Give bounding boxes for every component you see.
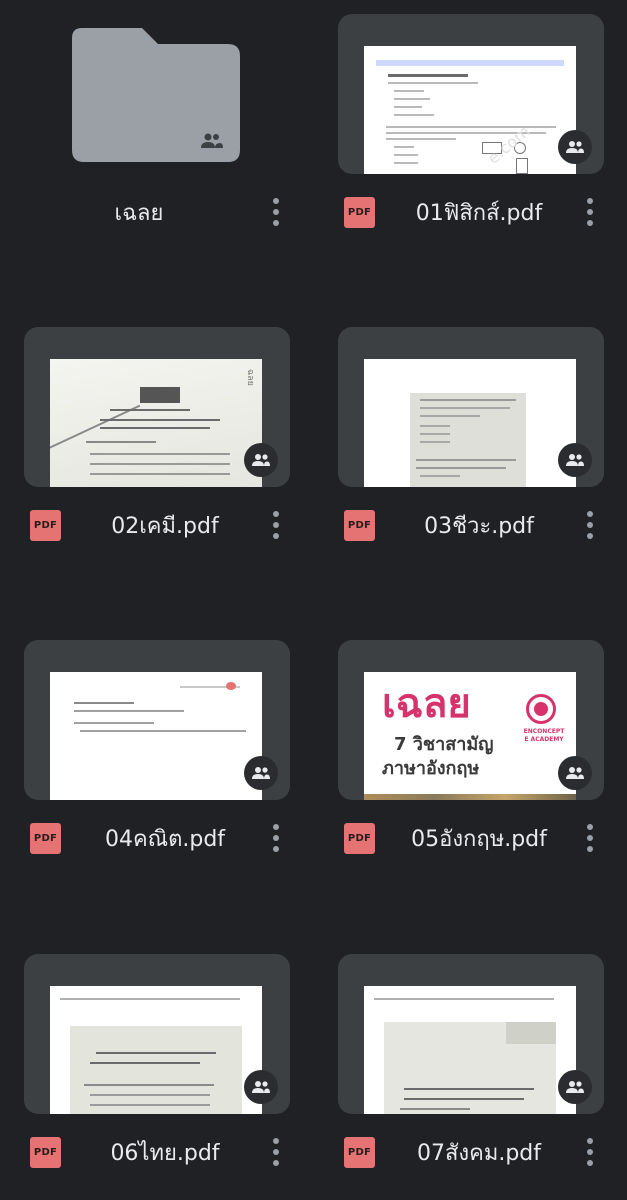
- more-vert-icon[interactable]: [580, 196, 600, 228]
- file-thumbnail-card: [24, 954, 290, 1114]
- file-grid: เฉลย e.com PDF 01ฟิสิกส์.pdf ฉลย PDF 02เ…: [0, 0, 627, 1200]
- more-vert-icon[interactable]: [580, 509, 600, 541]
- pdf-icon: PDF: [344, 510, 375, 541]
- file-tile-thai[interactable]: PDF 06ไทย.pdf: [24, 954, 290, 1184]
- file-thumbnail-card: เฉลย 7 วิชาสามัญ ภาษาอังกฤษ ENCONCEPT E …: [338, 640, 604, 800]
- shared-people-icon: [244, 443, 278, 477]
- file-thumbnail-card: e.com: [338, 14, 604, 174]
- file-name: 03ชีวะ.pdf: [424, 513, 534, 539]
- file-tile-biology[interactable]: PDF 03ชีวะ.pdf: [338, 327, 604, 557]
- file-label-row: PDF 02เคมี.pdf: [24, 495, 290, 555]
- shared-people-icon: [244, 756, 278, 790]
- file-tile-social[interactable]: PDF 07สังคม.pdf: [338, 954, 604, 1184]
- file-name: 06ไทย.pdf: [110, 1140, 220, 1166]
- pdf-icon: PDF: [344, 823, 375, 854]
- file-thumbnail-card: [24, 640, 290, 800]
- more-vert-icon[interactable]: [266, 196, 286, 228]
- logo-text1: ENCONCEPT: [523, 728, 565, 735]
- file-label-row: PDF 07สังคม.pdf: [338, 1122, 604, 1182]
- file-tile-math[interactable]: PDF 04คณิต.pdf: [24, 640, 290, 870]
- pdf-icon: PDF: [30, 1137, 61, 1168]
- file-name: 07สังคม.pdf: [416, 1140, 542, 1166]
- logo-text2: E ACADEMY: [524, 736, 564, 743]
- more-vert-icon[interactable]: [266, 1136, 286, 1168]
- pdf-thumbnail: [364, 359, 576, 487]
- shared-people-icon: [558, 1070, 592, 1104]
- pdf-thumbnail: เฉลย 7 วิชาสามัญ ภาษาอังกฤษ ENCONCEPT E …: [364, 672, 576, 800]
- pdf-thumbnail: e.com: [364, 46, 576, 174]
- more-vert-icon[interactable]: [580, 822, 600, 854]
- shared-people-icon: [558, 443, 592, 477]
- file-tile-chemistry[interactable]: ฉลย PDF 02เคมี.pdf: [24, 327, 290, 557]
- file-label-row: PDF 03ชีวะ.pdf: [338, 495, 604, 555]
- shared-people-icon: [558, 756, 592, 790]
- folder-name: เฉลย: [114, 200, 164, 226]
- file-name: 05อังกฤษ.pdf: [411, 826, 547, 852]
- pdf-thumbnail: [50, 672, 262, 800]
- folder-icon: [72, 28, 240, 162]
- more-vert-icon[interactable]: [266, 509, 286, 541]
- file-name: 04คณิต.pdf: [104, 826, 226, 852]
- shared-people-icon: [244, 1070, 278, 1104]
- pdf-icon: PDF: [344, 1137, 375, 1168]
- pdf-thumbnail: [364, 986, 576, 1114]
- file-tile-physics[interactable]: e.com PDF 01ฟิสิกส์.pdf: [338, 14, 604, 244]
- pdf-icon: PDF: [30, 510, 61, 541]
- pdf-icon: PDF: [344, 197, 375, 228]
- file-thumbnail-card: [338, 954, 604, 1114]
- file-thumbnail-card: ฉลย: [24, 327, 290, 487]
- file-label-row: PDF 05อังกฤษ.pdf: [338, 808, 604, 868]
- pdf-thumbnail: ฉลย: [50, 359, 262, 487]
- thumb-line1: 7 วิชาสามัญ: [394, 734, 494, 755]
- file-name: 01ฟิสิกส์.pdf: [415, 200, 543, 226]
- file-label-row: PDF 04คณิต.pdf: [24, 808, 290, 868]
- pdf-icon: PDF: [30, 823, 61, 854]
- more-vert-icon[interactable]: [266, 822, 286, 854]
- file-label-row: PDF 06ไทย.pdf: [24, 1122, 290, 1182]
- file-tile-english[interactable]: เฉลย 7 วิชาสามัญ ภาษาอังกฤษ ENCONCEPT E …: [338, 640, 604, 870]
- more-vert-icon[interactable]: [580, 1136, 600, 1168]
- thumb-headline: เฉลย: [382, 681, 471, 727]
- shared-people-icon: [558, 130, 592, 164]
- folder-tile[interactable]: เฉลย: [24, 14, 290, 244]
- file-thumbnail-card: [338, 327, 604, 487]
- folder-label-row: เฉลย: [24, 182, 290, 242]
- file-label-row: PDF 01ฟิสิกส์.pdf: [338, 182, 604, 242]
- file-name: 02เคมี.pdf: [111, 513, 219, 539]
- thumb-line2: ภาษาอังกฤษ: [382, 758, 480, 779]
- pdf-thumbnail: [50, 986, 262, 1114]
